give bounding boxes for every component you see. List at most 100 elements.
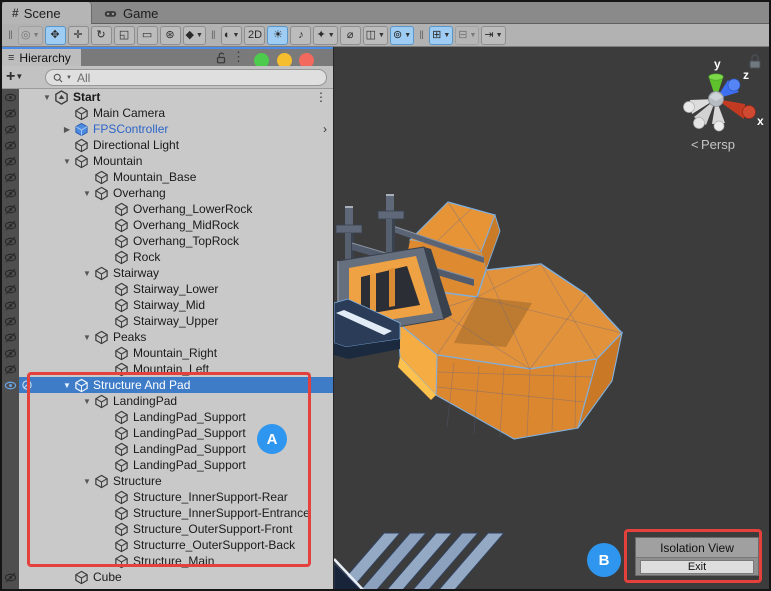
annotation-box-isolation <box>624 529 762 583</box>
eye-slash-icon[interactable] <box>4 123 17 136</box>
hierarchy-row[interactable]: Main Camera <box>2 105 333 121</box>
object-name-label: Overhang_TopRock <box>133 234 240 248</box>
hierarchy-row[interactable]: ▼ Start ⋮ <box>2 89 333 105</box>
audio-toggle[interactable]: ♪ <box>290 25 312 45</box>
hierarchy-row[interactable]: Overhang_TopRock <box>2 233 333 249</box>
hidden-objects-toggle[interactable]: ⌀ <box>339 25 361 45</box>
hierarchy-row[interactable]: ▶ FPSController › <box>2 121 333 137</box>
camera-settings-icon: ◫ <box>365 28 377 41</box>
lighting-toggle[interactable]: ☀ <box>267 25 289 45</box>
move-tool[interactable]: ✛ <box>67 25 89 45</box>
chevron-down-icon[interactable]: ▼ <box>196 32 203 39</box>
hierarchy-row[interactable]: Stairway_Upper <box>2 313 333 329</box>
expander-down-icon[interactable]: ▼ <box>80 333 94 342</box>
snap-settings[interactable]: ⇥ ▼ <box>481 25 506 45</box>
rect-tool-icon: ▭ <box>141 28 153 41</box>
chevron-down-icon[interactable]: ▼ <box>328 32 335 39</box>
tab-game[interactable]: Game <box>93 2 168 24</box>
eye-slash-icon[interactable] <box>4 171 17 184</box>
object-name-label: Peaks <box>113 330 147 344</box>
expander-right-icon[interactable]: ▶ <box>60 125 74 134</box>
scene-view[interactable]: y z x < Persp <box>333 47 769 589</box>
eye-slash-icon[interactable] <box>4 363 17 376</box>
eye-slash-icon[interactable] <box>4 347 17 360</box>
tab-hierarchy[interactable]: ≡ Hierarchy <box>2 49 81 66</box>
hierarchy-row[interactable]: Mountain_Base <box>2 169 333 185</box>
effects-toggle[interactable]: ✦ ▼ <box>313 25 338 45</box>
hierarchy-row[interactable]: ▼ Stairway <box>2 265 333 281</box>
transform-tool[interactable]: ⊛ <box>159 25 181 45</box>
hierarchy-row[interactable]: ▼ Peaks <box>2 329 333 345</box>
camera-settings[interactable]: ◫ ▼ <box>362 25 388 45</box>
eye-slash-icon[interactable] <box>4 571 17 584</box>
gameobject-cube-icon <box>114 234 129 249</box>
object-name-label: Stairway_Lower <box>133 282 219 296</box>
chevron-down-icon[interactable]: ▼ <box>496 32 503 39</box>
hierarchy-row[interactable]: Mountain_Right <box>2 345 333 361</box>
expander-down-icon[interactable]: ▼ <box>60 157 74 166</box>
object-name-label: Start <box>73 90 101 104</box>
view-options-tool[interactable]: ◎ ▼ <box>17 25 43 45</box>
lock-open-icon[interactable] <box>214 50 228 65</box>
hierarchy-row[interactable]: Stairway_Lower <box>2 281 333 297</box>
chevron-down-icon: ▼ <box>15 72 24 81</box>
unity-scene-icon <box>54 90 69 105</box>
add-object-button[interactable]: +▼ <box>6 68 23 86</box>
chevron-down-icon[interactable]: ▼ <box>233 32 240 39</box>
object-name-label: Mountain <box>93 154 143 168</box>
hierarchy-row[interactable]: ▼ Mountain <box>2 153 333 169</box>
gameobject-cube-icon <box>74 138 89 153</box>
chevron-down-icon[interactable]: ▼ <box>404 32 411 39</box>
hierarchy-row[interactable]: Cube <box>2 569 333 585</box>
hierarchy-row[interactable]: Stairway_Mid <box>2 297 333 313</box>
eye-slash-icon[interactable] <box>4 107 17 120</box>
scene-viewport-3d: y z x < Persp <box>333 54 764 589</box>
gizmos-toggle[interactable]: ⊚ ▼ <box>389 25 415 45</box>
expander-down-icon[interactable]: ▼ <box>40 93 54 102</box>
kebab-menu-icon[interactable]: ⋮ <box>315 90 327 104</box>
hierarchy-row[interactable]: Overhang_LowerRock <box>2 201 333 217</box>
hierarchy-row[interactable]: ▼ Overhang <box>2 185 333 201</box>
expander-down-icon[interactable]: ▼ <box>80 269 94 278</box>
eye-slash-icon[interactable] <box>4 299 17 312</box>
hierarchy-row[interactable]: Directional Light <box>2 137 333 153</box>
scene-toolbar: ‖ ◎ ▼ ✥ ✛ ↻ ◱ ▭ ⊛ ◆ ▼ ‖ ◐ ▼ 2D ☀ ♪ ✦ ▼ ⌀ ◫ ▼ ⊚ ▼ ‖ ⊞ ▼ ⊟ ▼ ⇥ ▼ <box>2 24 769 47</box>
eye-icon[interactable] <box>4 379 17 392</box>
eye-slash-icon[interactable] <box>4 331 17 344</box>
hierarchy-row[interactable]: Overhang_MidRock <box>2 217 333 233</box>
eye-slash-icon[interactable] <box>4 235 17 248</box>
eye-slash-icon[interactable] <box>4 267 17 280</box>
chevron-down-icon[interactable]: ▼ <box>443 32 450 39</box>
hand-pan-tool[interactable]: ✥ <box>44 25 66 45</box>
eye-slash-icon[interactable] <box>4 203 17 216</box>
shading-mode[interactable]: ◐ ▼ <box>220 25 243 45</box>
expander-down-icon[interactable]: ▼ <box>80 189 94 198</box>
tab-scene[interactable]: # Scene <box>2 2 92 24</box>
rotate-tool[interactable]: ↻ <box>90 25 112 45</box>
rect-tool[interactable]: ▭ <box>136 25 158 45</box>
eye-slash-icon[interactable] <box>4 283 17 296</box>
2d-toggle[interactable]: 2D <box>244 25 266 45</box>
grid-visibility[interactable]: ⊟ ▼ <box>455 25 480 45</box>
custom-editor-tool-icon: ◆ <box>185 28 194 41</box>
toolbar-divider: ‖ <box>210 28 216 42</box>
chevron-down-icon[interactable]: ▼ <box>378 32 385 39</box>
chevron-down-icon[interactable]: ▼ <box>33 32 40 39</box>
grid-snap-toggle[interactable]: ⊞ ▼ <box>429 25 454 45</box>
eye-slash-icon[interactable] <box>4 139 17 152</box>
scale-tool[interactable]: ◱ <box>113 25 135 45</box>
chevron-right-icon[interactable]: › <box>323 122 327 136</box>
hierarchy-row[interactable]: Rock <box>2 249 333 265</box>
kebab-menu-icon[interactable]: ⋮ <box>232 49 246 64</box>
eye-slash-icon[interactable] <box>4 187 17 200</box>
eye-slash-icon[interactable] <box>4 315 17 328</box>
hierarchy-tab-label: Hierarchy <box>19 50 71 65</box>
search-input[interactable]: ▼ All <box>45 69 327 86</box>
eye-slash-icon[interactable] <box>4 155 17 168</box>
custom-editor-tool[interactable]: ◆ ▼ <box>182 25 206 45</box>
chevron-down-icon[interactable]: ▼ <box>469 32 476 39</box>
toolbar-drag-handle[interactable]: ‖ <box>8 28 13 42</box>
eye-icon[interactable] <box>4 91 17 104</box>
eye-slash-icon[interactable] <box>4 251 17 264</box>
eye-slash-icon[interactable] <box>4 219 17 232</box>
